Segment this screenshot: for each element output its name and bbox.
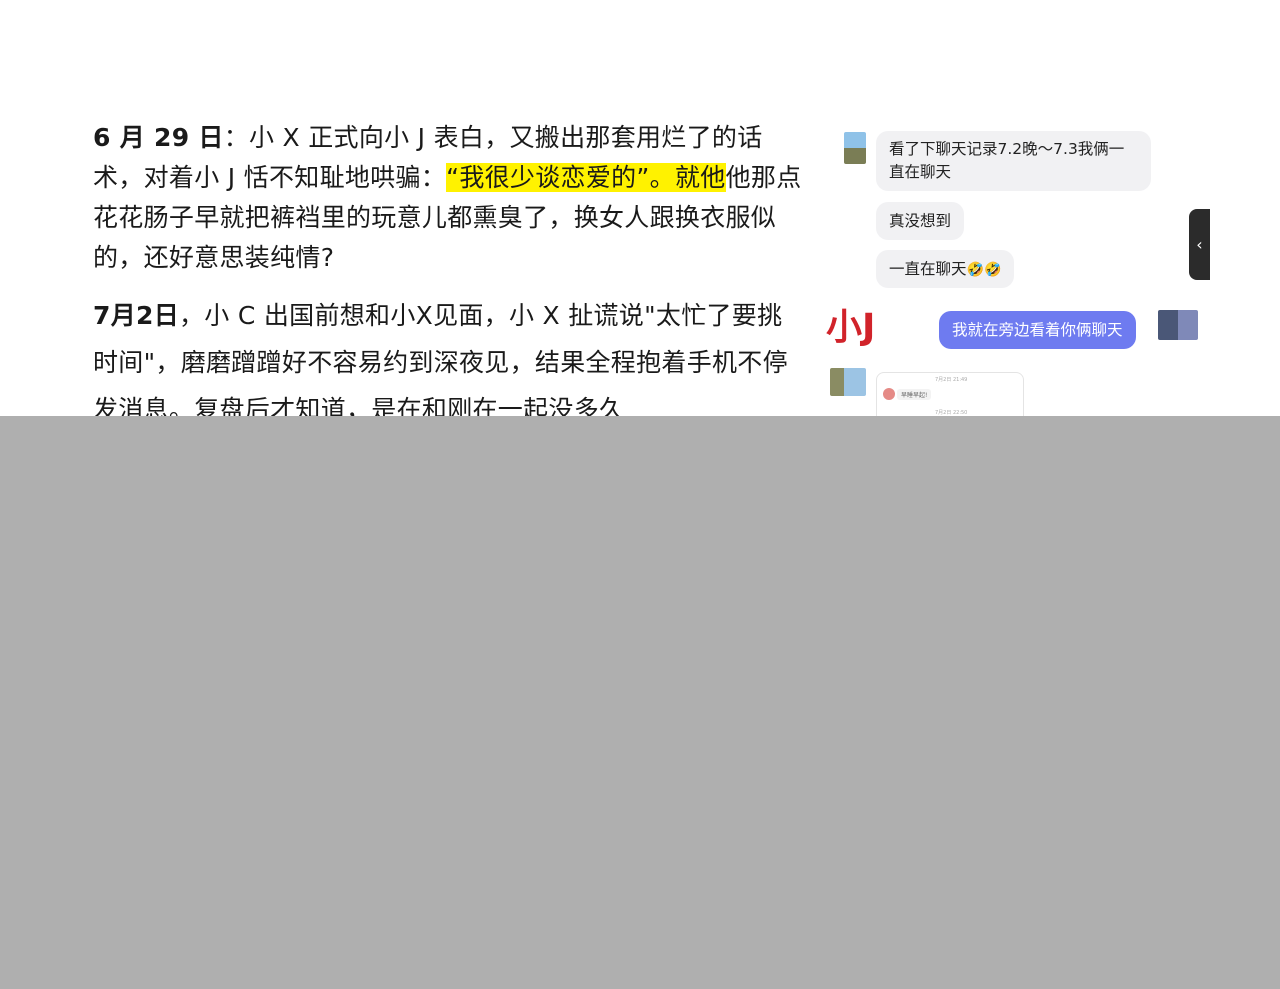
chat-bubble-self: 我就在旁边看着你俩聊天 bbox=[939, 311, 1136, 349]
chat-bubble: 真没想到 bbox=[876, 202, 965, 240]
chat-bubble: 看了下聊天记录7.2晚～7.3我俩一直在聊天 bbox=[876, 131, 1151, 191]
date-june-29: 6 月 29 日 bbox=[93, 123, 224, 152]
nested-chat-screenshot: 7月2日 21:49 早睡早起! 7月2日 22:50 bbox=[876, 372, 1024, 416]
avatar bbox=[830, 368, 866, 396]
avatar-self bbox=[1158, 310, 1198, 340]
avatar bbox=[844, 132, 866, 164]
paragraph-text: ，小 C 出国前想和小X见面，小 X 扯谎说"太忙了要挑时间"，磨磨蹭蹭好不容易… bbox=[93, 301, 788, 424]
chat-bubble: 早睡早起! bbox=[897, 389, 932, 400]
timestamp: 7月2日 21:49 bbox=[935, 377, 968, 383]
article-text: 6 月 29 日：小 X 正式向小 J 表白，又搬出那套用烂了的话术，对着小 J… bbox=[93, 118, 805, 433]
highlighted-quote: “我很少谈恋爱的”。就他 bbox=[446, 163, 726, 192]
chevron-left-icon: ‹ bbox=[1196, 235, 1203, 254]
avatar bbox=[883, 388, 895, 400]
chat-screenshot: 看了下聊天记录7.2晚～7.3我俩一直在聊天 真没想到 一直在聊天🤣🤣 小J 我… bbox=[826, 124, 1210, 416]
grey-overlay bbox=[0, 416, 1280, 989]
timestamp: 7月2日 22:50 bbox=[935, 410, 968, 416]
chat-bubble-text: 一直在聊天 bbox=[889, 260, 967, 278]
collapse-tab-button[interactable]: ‹ bbox=[1189, 209, 1210, 280]
chat-bubble: 一直在聊天🤣🤣 bbox=[876, 250, 1015, 288]
paragraph-june-29: 6 月 29 日：小 X 正式向小 J 表白，又搬出那套用烂了的话术，对着小 J… bbox=[93, 118, 805, 278]
page: 6 月 29 日：小 X 正式向小 J 表白，又搬出那套用烂了的话术，对着小 J… bbox=[0, 0, 1280, 989]
paragraph-july-2: 7月2日，小 C 出国前想和小X见面，小 X 扯谎说"太忙了要挑时间"，磨磨蹭蹭… bbox=[93, 292, 805, 433]
laughing-emoji-icon: 🤣🤣 bbox=[966, 262, 1002, 278]
name-label: 小J bbox=[826, 307, 876, 348]
date-july-2: 7月2日 bbox=[93, 301, 179, 330]
